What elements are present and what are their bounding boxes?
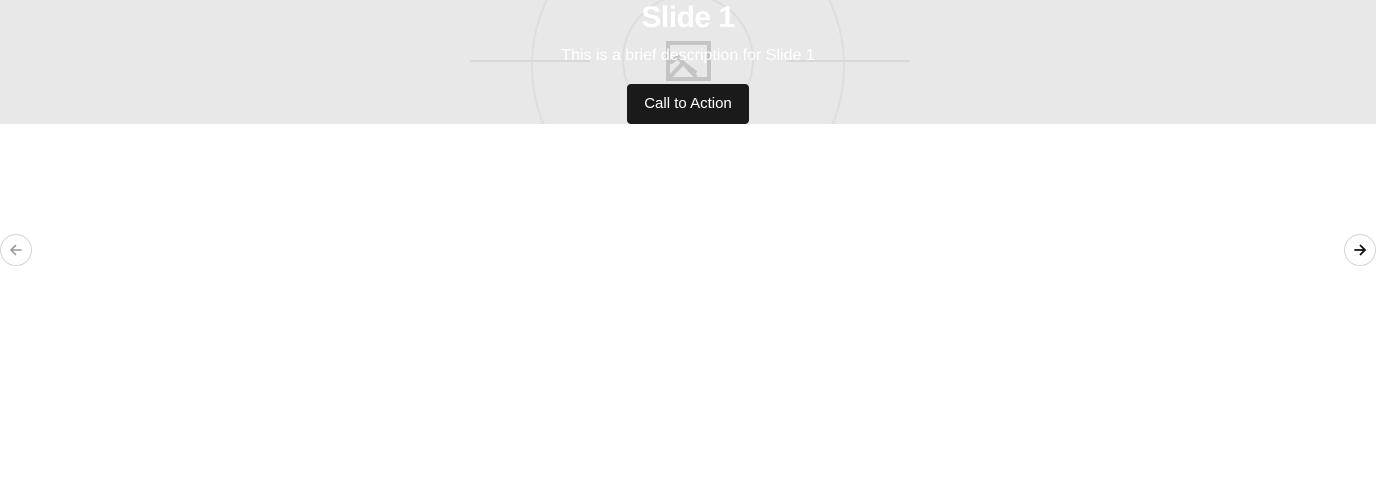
slide-description: This is a brief description for Slide 1 (561, 47, 815, 64)
call-to-action-button[interactable]: Call to Action (627, 84, 749, 124)
arrow-left-icon (10, 244, 22, 256)
hero-carousel: Slide 1 This is a brief description for … (0, 0, 1376, 500)
arrow-right-icon (1354, 244, 1366, 256)
previous-slide-button[interactable] (0, 234, 32, 266)
slide-title: Slide 1 (641, 1, 735, 34)
carousel-slide-1: Slide 1 This is a brief description for … (0, 0, 1376, 124)
next-slide-button[interactable] (1344, 234, 1376, 266)
slide-content: Slide 1 This is a brief description for … (0, 0, 1376, 124)
